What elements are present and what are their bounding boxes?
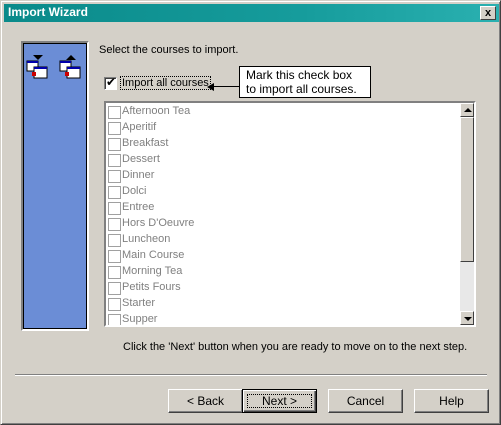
- select-courses-prompt: Select the courses to import.: [99, 44, 239, 56]
- cancel-button-label: Cancel: [346, 394, 385, 408]
- checkbox-icon[interactable]: [108, 298, 121, 311]
- vertical-scrollbar[interactable]: [460, 103, 474, 325]
- import-wizard-window: Import Wizard x Select the courses to im…: [0, 0, 501, 425]
- checkbox-icon[interactable]: [108, 282, 121, 295]
- scroll-thumb[interactable]: [460, 117, 474, 262]
- callout-arrow-line: [213, 86, 239, 87]
- scroll-down-button[interactable]: [460, 311, 474, 325]
- close-button[interactable]: x: [480, 6, 496, 20]
- import-transfer-icon: [26, 55, 81, 79]
- checkbox-icon[interactable]: [108, 218, 121, 231]
- arrow-down-icon: [464, 317, 472, 321]
- courses-listbox[interactable]: Afternoon Tea Aperitif Breakfast Dessert…: [104, 101, 476, 327]
- arrow-left-icon: [207, 83, 214, 91]
- back-button[interactable]: < Back: [168, 389, 243, 413]
- help-button[interactable]: Help: [414, 389, 489, 413]
- help-button-label: Help: [439, 394, 464, 408]
- checkbox-icon[interactable]: [108, 250, 121, 263]
- close-icon: x: [484, 7, 492, 19]
- callout-line-2: to import all courses.: [246, 82, 357, 96]
- checkbox-icon[interactable]: [108, 234, 121, 247]
- checkbox-icon[interactable]: [108, 138, 121, 151]
- window-title: Import Wizard: [8, 5, 88, 19]
- next-button-label: Next >: [261, 394, 297, 408]
- next-step-hint: Click the 'Next' button when you are rea…: [123, 341, 468, 353]
- checkbox-icon[interactable]: [108, 170, 121, 183]
- scroll-up-button[interactable]: [460, 103, 474, 117]
- checkbox-icon[interactable]: [108, 186, 121, 199]
- checkbox-icon[interactable]: [108, 314, 121, 325]
- title-bar: Import Wizard x: [4, 4, 499, 22]
- cancel-button[interactable]: Cancel: [328, 389, 403, 413]
- checkbox-checked-icon[interactable]: [104, 75, 117, 90]
- arrow-up-icon: [464, 108, 472, 112]
- divider: [15, 374, 487, 376]
- back-button-label: < Back: [186, 394, 225, 408]
- callout-line-1: Mark this check box: [246, 68, 353, 82]
- wizard-side-panel: [21, 41, 89, 331]
- import-all-courses-label[interactable]: Import all courses: [120, 76, 211, 90]
- checkbox-icon[interactable]: [108, 266, 121, 279]
- checkbox-icon[interactable]: [108, 202, 121, 215]
- callout-box: Mark this check box to import all course…: [239, 66, 371, 98]
- next-button[interactable]: Next >: [242, 389, 317, 413]
- checkbox-icon[interactable]: [108, 154, 121, 167]
- checkbox-icon[interactable]: [108, 122, 121, 135]
- checkbox-icon[interactable]: [108, 106, 121, 119]
